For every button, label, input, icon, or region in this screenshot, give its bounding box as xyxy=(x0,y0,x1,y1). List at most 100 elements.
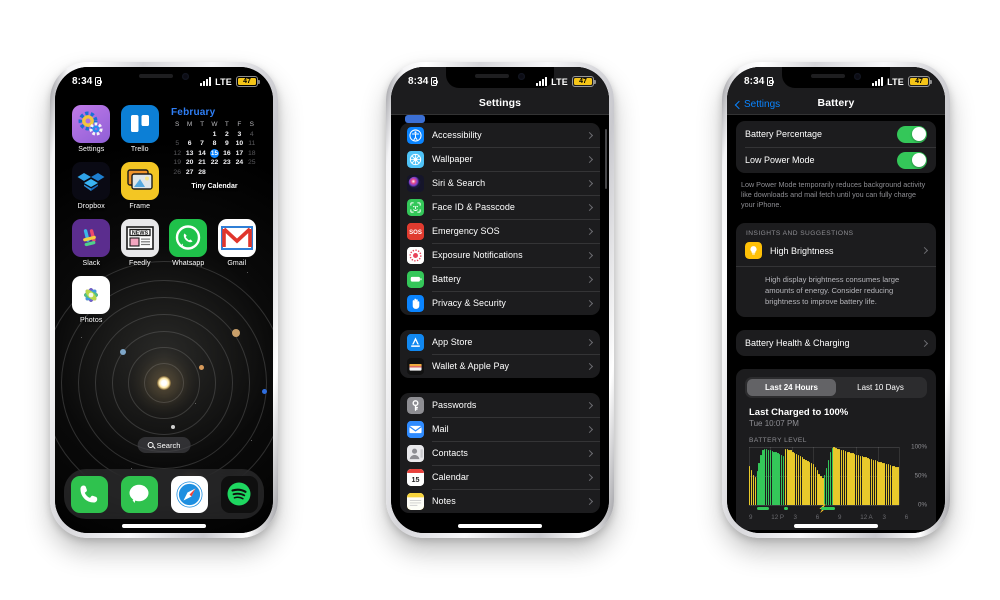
app-photos[interactable]: Photos xyxy=(68,276,115,324)
calendar-day[interactable]: 21 xyxy=(196,158,208,168)
calendar-day[interactable]: 25 xyxy=(246,158,258,168)
carrier-label: LTE xyxy=(215,76,232,87)
chevron-right-icon xyxy=(585,473,594,481)
settings-row-mail[interactable]: Mail xyxy=(400,417,600,441)
settings-row-wallet-apple-pay[interactable]: Wallet & Apple Pay xyxy=(400,354,600,378)
segment-last-10-days[interactable]: Last 10 Days xyxy=(836,379,925,396)
time-range-segmented-control[interactable]: Last 24 Hours Last 10 Days xyxy=(745,377,927,398)
status-right: LTE 47 xyxy=(536,76,596,87)
calendar-day[interactable]: 19 xyxy=(171,158,183,168)
calendar-day[interactable]: 12 xyxy=(171,149,183,159)
settings-row-accessibility[interactable]: Accessibility xyxy=(400,123,600,147)
calendar-day[interactable]: 7 xyxy=(196,139,208,149)
row-battery-percentage[interactable]: Battery Percentage xyxy=(736,121,936,147)
calendar-day[interactable]: 8 xyxy=(208,139,220,149)
app-gmail[interactable]: Gmail xyxy=(214,219,261,267)
settings-row-siri-search[interactable]: Siri & Search xyxy=(400,171,600,195)
home-indicator[interactable] xyxy=(458,524,542,528)
calendar-day[interactable]: 14 xyxy=(196,149,208,159)
settings-row-face-id-passcode[interactable]: Face ID & Passcode xyxy=(400,195,600,219)
settings-row-contacts[interactable]: Contacts xyxy=(400,441,600,465)
settings-row-notes[interactable]: Notes xyxy=(400,489,600,513)
segment-last-24-hours[interactable]: Last 24 Hours xyxy=(747,379,836,396)
search-label: Search xyxy=(156,440,181,450)
calendar-day[interactable]: 16 xyxy=(221,149,233,159)
battery-icon: 47 xyxy=(236,76,260,87)
settings-row-emergency-sos[interactable]: SOS Emergency SOS xyxy=(400,219,600,243)
tiny-calendar-widget[interactable]: February S M T W T F S 1 2 3 4 5 6 7 8 9 10 11 12 13… xyxy=(165,105,260,210)
phone-icon[interactable] xyxy=(70,475,108,513)
search-pill[interactable]: Search xyxy=(137,437,191,453)
app-trello[interactable]: Trello xyxy=(117,105,164,153)
settings-row-wallpaper[interactable]: Wallpaper xyxy=(400,147,600,171)
calendar-day[interactable]: 24 xyxy=(233,158,245,168)
calendar-day[interactable] xyxy=(171,130,183,140)
app-feedly[interactable]: NEWS Feedly xyxy=(117,219,164,267)
chart-bar xyxy=(814,466,816,505)
calendar-week-row: 1234 xyxy=(171,130,258,140)
calendar-day[interactable] xyxy=(221,168,233,178)
app-settings[interactable]: Settings xyxy=(68,105,115,153)
calendar-day[interactable]: 15 xyxy=(208,148,220,159)
calendar-day[interactable]: 3 xyxy=(233,130,245,140)
battery-scroll-area[interactable]: Battery Percentage Low Power Mode Low Po… xyxy=(727,115,945,533)
calendar-day[interactable]: 4 xyxy=(246,130,258,140)
home-indicator[interactable] xyxy=(122,524,206,528)
app-slack[interactable]: Slack xyxy=(68,219,115,267)
settings-row-privacy-security[interactable]: Privacy & Security xyxy=(400,291,600,315)
status-bar-settings: 8:34 LTE 47 xyxy=(391,67,609,93)
calendar-day[interactable]: 17 xyxy=(233,149,245,159)
battery-percentage-toggle[interactable] xyxy=(897,125,927,143)
calendar-day[interactable]: 20 xyxy=(183,158,195,168)
calendar-day[interactable] xyxy=(208,168,220,178)
calendar-day[interactable]: 22 xyxy=(208,158,220,168)
row-battery-health[interactable]: Battery Health & Charging xyxy=(736,330,936,356)
home-dock xyxy=(64,469,264,519)
settings-row-app-store[interactable]: App Store xyxy=(400,330,600,354)
scrollbar-thumb[interactable] xyxy=(604,129,607,189)
calendar-day[interactable] xyxy=(196,130,208,140)
app-frame[interactable]: Frame xyxy=(117,162,164,210)
calendar-day[interactable]: 10 xyxy=(233,139,245,149)
calendar-day[interactable]: 6 xyxy=(183,139,195,149)
safari-compass-icon[interactable] xyxy=(170,475,208,513)
calendar-week-row: 19 20 21 22 23 24 25 xyxy=(171,158,258,168)
contacts-icon xyxy=(407,444,424,462)
calendar-day[interactable]: 13 xyxy=(183,149,195,159)
calendar-day[interactable]: 5 xyxy=(171,139,183,149)
row-low-power-mode[interactable]: Low Power Mode xyxy=(736,147,936,173)
calendar-day[interactable]: 26 xyxy=(171,168,183,178)
calendar-day[interactable]: 28 xyxy=(196,168,208,178)
insight-high-brightness[interactable]: High Brightness xyxy=(736,241,936,266)
calendar-day[interactable]: 11 xyxy=(246,139,258,149)
back-button[interactable]: Settings xyxy=(734,99,780,110)
settings-scroll-area[interactable]: Accessibility Wallpaper Siri & Search Face … xyxy=(391,115,609,533)
frame-photos-icon xyxy=(120,162,159,200)
low-power-mode-toggle[interactable] xyxy=(897,151,927,169)
calendar-day[interactable]: 18 xyxy=(246,149,258,159)
calendar-day[interactable]: 9 xyxy=(221,139,233,149)
app-whatsapp[interactable]: Whatsapp xyxy=(165,219,212,267)
calendar-day[interactable] xyxy=(183,130,195,140)
settings-row-passwords[interactable]: Passwords xyxy=(400,393,600,417)
calendar-day[interactable] xyxy=(246,168,258,178)
calendar-day[interactable] xyxy=(233,168,245,178)
signal-bars-icon xyxy=(536,77,548,86)
calendar-day[interactable]: 1 xyxy=(208,130,220,140)
settings-row-calendar[interactable]: 15 Calendar xyxy=(400,465,600,489)
settings-row-exposure-notifications[interactable]: Exposure Notifications xyxy=(400,243,600,267)
home-indicator[interactable] xyxy=(794,524,878,528)
app-label: Trello xyxy=(130,146,149,153)
settings-row-battery[interactable]: Battery xyxy=(400,267,600,291)
screenshot-canvas: 8:34 LTE 47 Settings Trello February S M… xyxy=(0,0,1000,600)
calendar-weekday-header: S M T W T F S xyxy=(171,121,258,130)
calendar-day[interactable]: 2 xyxy=(221,130,233,140)
calendar-day[interactable]: 27 xyxy=(183,168,195,178)
app-label: Photos xyxy=(80,317,103,324)
battery-health-group: Battery Health & Charging xyxy=(736,330,936,356)
dow: F xyxy=(237,121,242,128)
calendar-day[interactable]: 23 xyxy=(221,158,233,168)
messages-bubble-icon[interactable] xyxy=(120,475,158,513)
app-dropbox[interactable]: Dropbox xyxy=(68,162,115,210)
spotify-icon[interactable] xyxy=(220,475,258,513)
